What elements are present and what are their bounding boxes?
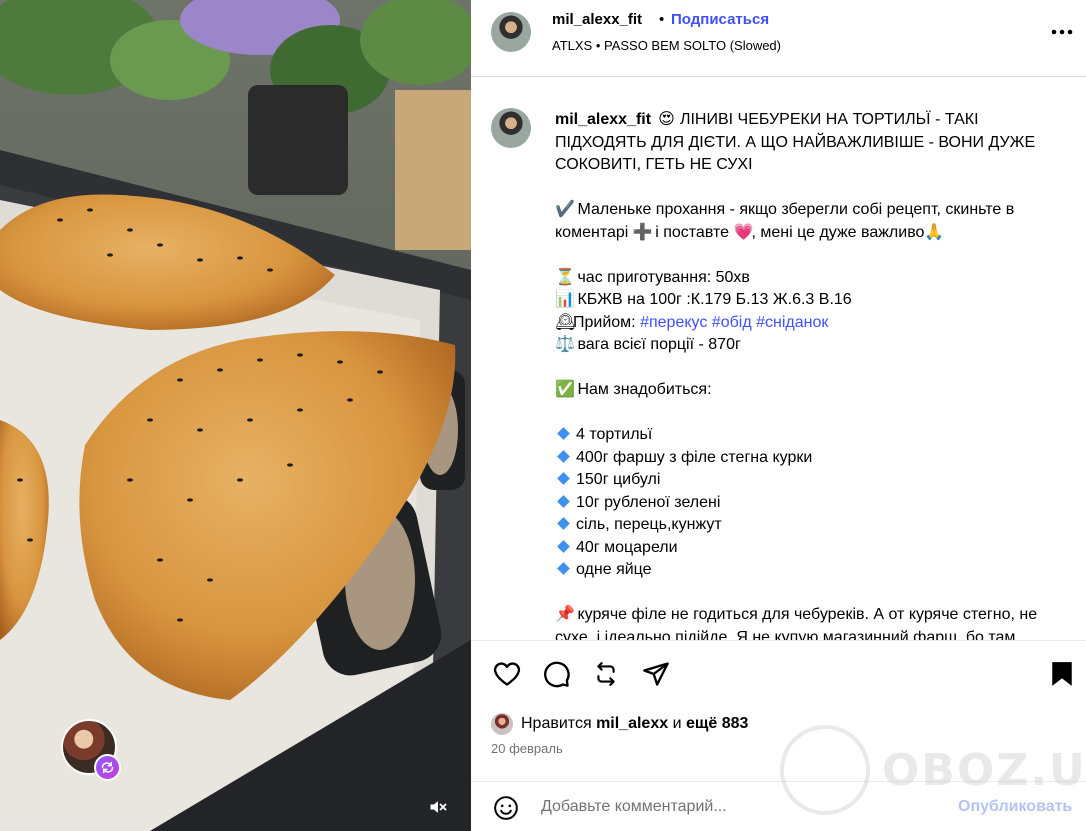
caption-area: mil_alexx_fit 😍 ЛІНИВІ ЧЕБУРЕКИ НА ТОРТИ… xyxy=(471,78,1086,640)
remix-icon[interactable] xyxy=(94,754,121,781)
ingredient-item: 40г моцарели xyxy=(555,537,1070,560)
action-bar: Нравится mil_alexx и ещё 883 20 февраль … xyxy=(471,640,1086,830)
author-avatar[interactable] xyxy=(491,12,531,52)
post-panel: mil_alexx_fit • Подписаться ATLXS • PASS… xyxy=(471,0,1086,831)
post-date[interactable]: 20 февраль xyxy=(491,741,563,756)
cook-time: час приготування: 50хв xyxy=(577,268,750,286)
pushpin-emoji: 📌 xyxy=(555,606,575,623)
request-text-c: , мені це дуже важливо xyxy=(751,223,925,241)
blue-diamond-icon xyxy=(557,427,570,440)
share-icon[interactable] xyxy=(641,659,671,689)
hashtag-link[interactable]: #сніданок xyxy=(756,314,828,331)
scales-emoji: ⚖️ xyxy=(555,336,575,353)
follow-button[interactable]: Подписаться xyxy=(671,11,769,28)
blue-diamond-icon xyxy=(557,539,570,553)
ingredient-item: сіль, перець,кунжут xyxy=(555,514,1070,537)
blue-diamond-icon xyxy=(557,472,570,485)
caption-note: куряче філе не годиться для чебуреків. А… xyxy=(555,606,1038,640)
chart-emoji: 📊 xyxy=(555,291,575,308)
mute-icon[interactable] xyxy=(425,794,451,820)
clock-emoji: 🕰 xyxy=(555,313,576,331)
emoji-icon[interactable] xyxy=(492,794,520,822)
checkbox-emoji: ✅ xyxy=(555,381,575,398)
hourglass-emoji: ⏳ xyxy=(555,268,575,286)
likes-summary[interactable]: Нравится mil_alexx и ещё 883 xyxy=(491,713,748,735)
ingredient-item: 150г цибулі xyxy=(555,469,1070,492)
like-icon[interactable] xyxy=(492,659,522,689)
likes-count[interactable]: ещё 883 xyxy=(686,715,748,733)
hashtag-link[interactable]: #обід xyxy=(712,314,752,331)
heart-eyes-emoji: 😍 xyxy=(658,111,675,128)
repost-icon[interactable] xyxy=(591,659,621,689)
ingredient-item: 400г фаршу з філе стегна курки xyxy=(555,447,1070,470)
comment-bar: Опубликовать xyxy=(471,781,1086,831)
ingredient-item: одне яйце xyxy=(555,559,1070,582)
comment-input[interactable] xyxy=(541,790,941,824)
blue-diamond-icon xyxy=(557,494,570,508)
liker-avatar[interactable] xyxy=(491,713,513,735)
liker-username[interactable]: mil_alexx xyxy=(596,715,668,733)
caption-username[interactable]: mil_alexx_fit xyxy=(555,111,651,128)
likes-prefix: Нравится xyxy=(521,715,592,732)
reel-media[interactable] xyxy=(0,0,471,831)
post-caption: mil_alexx_fit 😍 ЛІНИВІ ЧЕБУРЕКИ НА ТОРТИ… xyxy=(555,109,1070,640)
portion-weight: вага всієї порції - 870г xyxy=(577,336,741,353)
caption-author-avatar[interactable] xyxy=(491,108,531,148)
more-options-icon[interactable] xyxy=(1047,20,1077,44)
audio-track[interactable]: ATLXS • PASSO BEM SOLTO (Slowed) xyxy=(552,38,781,53)
likes-and: и xyxy=(672,715,682,732)
blue-diamond-icon xyxy=(557,449,570,463)
request-text-b: і поставте xyxy=(655,223,730,241)
bookmark-saved-icon[interactable] xyxy=(1047,659,1077,689)
meal-label: Прийом: xyxy=(573,313,636,331)
author-username[interactable]: mil_alexx_fit xyxy=(552,11,642,28)
plus-emoji: ➕ xyxy=(632,223,653,241)
blue-diamond-icon xyxy=(557,517,570,530)
reel-photo xyxy=(0,0,471,831)
separator-dot: • xyxy=(659,11,665,28)
blue-diamond-icon xyxy=(557,562,570,575)
pray-emoji: 🙏 xyxy=(924,223,945,241)
comment-icon[interactable] xyxy=(542,659,572,689)
nutrition: КБЖВ на 100г :К.179 Б.13 Ж.6.3 В.16 xyxy=(577,291,852,308)
ingredient-item: 10г рубленої зелені xyxy=(555,492,1070,515)
heart-emoji: 💗 xyxy=(733,223,754,241)
ingredient-item: 4 тортильї xyxy=(555,424,1070,447)
check-emoji: ✔️ xyxy=(555,201,575,218)
hashtag-link[interactable]: #перекус xyxy=(640,314,707,331)
publish-button[interactable]: Опубликовать xyxy=(958,798,1072,816)
caption-request: ✔️ Маленьке прохання - якщо зберегли соб… xyxy=(555,199,1070,244)
ingredients-heading: Нам знадобиться: xyxy=(577,381,712,398)
post-header: mil_alexx_fit • Подписаться ATLXS • PASS… xyxy=(471,0,1086,77)
